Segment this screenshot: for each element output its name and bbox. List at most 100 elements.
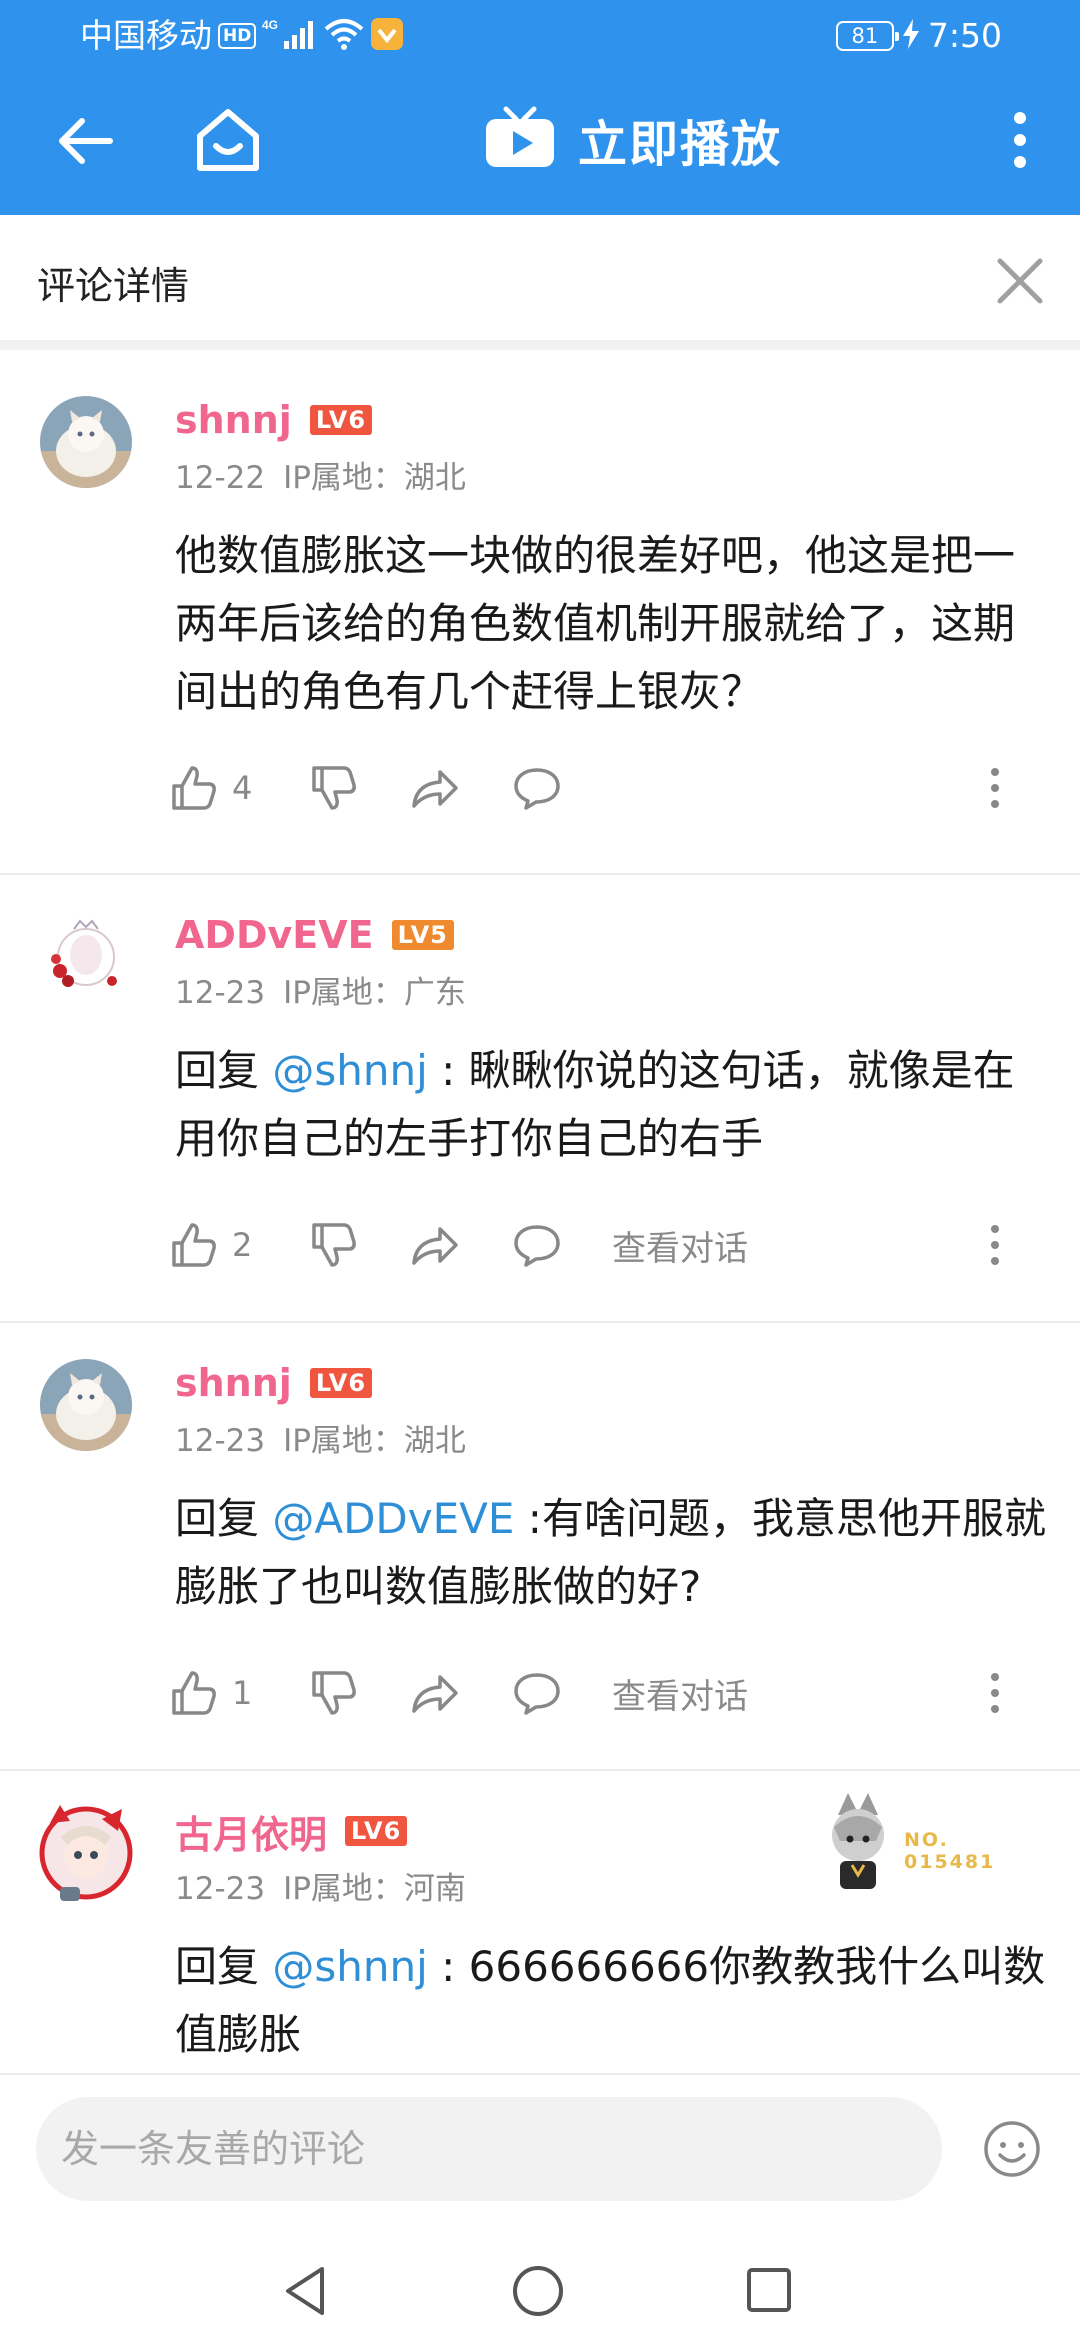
comment-text: 回复 @shnnj : 666666666你教教我什么叫数值膨胀 xyxy=(175,1933,1050,2069)
view-conversation-link[interactable]: 查看对话 xyxy=(612,1221,748,1270)
comment-bubble-icon xyxy=(514,1673,560,1715)
comment-meta: 12-22 IP属地：湖北 xyxy=(175,452,466,497)
emoji-icon[interactable] xyxy=(982,2119,1042,2179)
ip-location: IP属地：湖北 xyxy=(283,460,466,496)
comment-item: 古月依明 LV6 12-23 IP属地：河南 NO. 015481 回复 @shn… xyxy=(0,1771,1080,2073)
tv-play-icon xyxy=(484,105,556,175)
like-button[interactable]: 2 xyxy=(170,1215,310,1275)
comment-input[interactable]: 发一条友善的评论 xyxy=(36,2097,942,2201)
comment-bubble-icon xyxy=(514,768,560,810)
dislike-button[interactable] xyxy=(310,758,410,818)
view-conversation-link[interactable]: 查看对话 xyxy=(612,1669,748,1718)
avatar[interactable] xyxy=(30,1795,142,1907)
share-icon xyxy=(412,770,458,808)
comment-item: ADDvEVE LV5 12-23 IP属地：广东 回复 @shnnj : 瞅瞅你… xyxy=(0,875,1080,1323)
mention-link[interactable]: @ADDvEVE xyxy=(272,1494,514,1543)
wifi-icon xyxy=(324,17,364,55)
comment-meta: 12-23 IP属地：河南 xyxy=(175,1863,466,1908)
mention-link[interactable]: @shnnj xyxy=(272,1942,427,1991)
thumbs-up-icon xyxy=(172,766,216,810)
clock: 7:50 xyxy=(927,16,1002,55)
signal-icon: 4G xyxy=(262,17,318,55)
comment-actions: 4 xyxy=(170,758,1050,818)
thumbs-up-icon xyxy=(172,1671,216,1715)
comment-detail-header: 评论详情 xyxy=(0,215,1080,350)
status-bar: 中国移动 HD 4G 81 7:50 xyxy=(0,0,1080,72)
comment-date: 12-23 xyxy=(175,1423,266,1459)
comment-more-icon[interactable] xyxy=(988,758,1002,818)
carrier-label: 中国移动 xyxy=(80,16,212,55)
hd-badge: HD xyxy=(218,23,257,49)
ip-location: IP属地：广东 xyxy=(283,975,466,1011)
nav-home-icon[interactable] xyxy=(510,2263,566,2323)
level-badge: LV6 xyxy=(345,1816,408,1846)
play-now-label: 立即播放 xyxy=(578,115,783,173)
bottom-bar: 发一条友善的评论 xyxy=(0,2073,1080,2340)
share-icon xyxy=(412,1675,458,1713)
comment-list[interactable]: shnnj LV6 12-22 IP属地：湖北 他数值膨胀这一块做的很差好吧，他这… xyxy=(0,360,1080,2073)
top-bar: 中国移动 HD 4G 81 7:50 立即播放 xyxy=(0,0,1080,215)
comment-date: 12-23 xyxy=(175,1871,266,1907)
page-title: 评论详情 xyxy=(37,264,190,308)
reply-button[interactable] xyxy=(512,1663,612,1723)
level-badge: LV6 xyxy=(309,1368,373,1398)
play-now-button[interactable]: 立即播放 xyxy=(484,94,782,186)
fan-medal-icon: NO. 015481 xyxy=(812,1785,1012,1905)
home-icon[interactable] xyxy=(190,102,266,178)
avatar[interactable] xyxy=(40,911,132,1003)
username[interactable]: 古月依明 xyxy=(175,1804,327,1859)
medal-number: NO. 015481 xyxy=(904,1829,995,1873)
app-notification-icon xyxy=(370,17,404,55)
like-button[interactable]: 1 xyxy=(170,1663,310,1723)
mention-link[interactable]: @shnnj xyxy=(272,1046,427,1095)
level-badge: LV5 xyxy=(391,920,454,950)
like-count: 2 xyxy=(232,1226,253,1264)
user-row: 古月依明 LV6 xyxy=(175,1807,408,1857)
app-bar: 立即播放 xyxy=(0,72,1080,215)
username[interactable]: ADDvEVE xyxy=(175,913,374,957)
system-nav-bar xyxy=(0,2245,1080,2340)
status-right: 81 7:50 xyxy=(835,14,1002,58)
comment-more-icon[interactable] xyxy=(988,1215,1002,1275)
share-button[interactable] xyxy=(410,1663,512,1723)
user-row: shnnj LV6 xyxy=(175,396,373,444)
more-vertical-icon[interactable] xyxy=(990,102,1050,178)
close-icon[interactable] xyxy=(990,251,1050,311)
medal-number-label: NO. xyxy=(904,1829,949,1851)
level-badge: LV6 xyxy=(309,405,373,435)
battery-icon: 81 xyxy=(835,21,899,51)
like-button[interactable]: 4 xyxy=(170,758,310,818)
username[interactable]: shnnj xyxy=(175,1361,292,1405)
avatar[interactable] xyxy=(40,1359,132,1451)
comment-date: 12-22 xyxy=(175,460,266,496)
thumbs-down-icon xyxy=(312,1223,356,1267)
nav-recent-apps-icon[interactable] xyxy=(744,2265,794,2319)
medal-number-value: 015481 xyxy=(904,1851,996,1873)
comment-more-icon[interactable] xyxy=(988,1663,1002,1723)
comment-meta: 12-23 IP属地：湖北 xyxy=(175,1415,466,1460)
user-row: shnnj LV6 xyxy=(175,1359,373,1407)
dislike-button[interactable] xyxy=(310,1663,410,1723)
arrow-left-icon[interactable] xyxy=(50,106,120,176)
username[interactable]: shnnj xyxy=(175,398,292,442)
comment-date: 12-23 xyxy=(175,975,266,1011)
share-button[interactable] xyxy=(410,1215,512,1275)
share-button[interactable] xyxy=(410,758,512,818)
comment-text: 回复 @shnnj : 瞅瞅你说的这句话，就像是在用你自己的左手打你自己的右手 xyxy=(175,1037,1050,1173)
nav-back-icon[interactable] xyxy=(280,2263,330,2323)
avatar[interactable] xyxy=(40,396,132,488)
reply-button[interactable] xyxy=(512,758,612,818)
comment-actions: 2 查看对话 xyxy=(170,1215,1050,1275)
ip-location: IP属地：河南 xyxy=(283,1871,466,1907)
comment-meta: 12-23 IP属地：广东 xyxy=(175,967,466,1012)
like-count: 1 xyxy=(232,1674,253,1712)
share-icon xyxy=(412,1227,458,1265)
network-type-label: 4G xyxy=(262,18,278,32)
reply-button[interactable] xyxy=(512,1215,612,1275)
thumbs-up-icon xyxy=(172,1223,216,1267)
comment-text: 回复 @ADDvEVE :有啥问题，我意思他开服就膨胀了也叫数值膨胀做的好? xyxy=(175,1485,1050,1621)
comment-actions: 1 查看对话 xyxy=(170,1663,1050,1723)
dislike-button[interactable] xyxy=(310,1215,410,1275)
like-count: 4 xyxy=(232,769,253,807)
comment-bubble-icon xyxy=(514,1225,560,1267)
